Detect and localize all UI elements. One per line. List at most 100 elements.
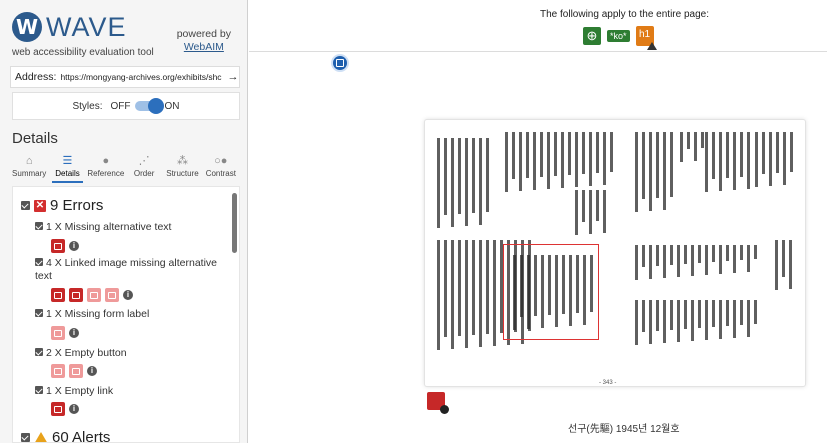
details-panel[interactable]: ✕ 9 Errors 1 X Missing alternative text … <box>12 186 240 443</box>
empty-button-icon[interactable] <box>69 364 83 378</box>
language-badge[interactable]: *ko* <box>607 30 630 42</box>
styles-toggle-row: Styles: OFF ON <box>12 92 240 120</box>
errors-checkbox[interactable] <box>21 201 30 210</box>
text-column <box>575 132 578 187</box>
alerts-heading-label: 60 Alerts <box>52 429 111 443</box>
text-column <box>670 132 673 197</box>
tab-details[interactable]: ☰ Details <box>48 153 86 183</box>
info-icon[interactable]: i <box>123 290 133 300</box>
text-column <box>479 240 482 347</box>
text-column <box>705 245 708 275</box>
item-checkbox[interactable] <box>35 309 43 317</box>
linked-image-alt-icon[interactable] <box>87 288 101 302</box>
error-item-missing-alt[interactable]: 1 X Missing alternative text <box>35 221 231 234</box>
address-go-icon[interactable]: → <box>227 71 239 83</box>
order-icon: ⋰ <box>138 155 150 167</box>
linked-image-alt-icon[interactable] <box>105 288 119 302</box>
text-column <box>582 190 585 222</box>
item-checkbox[interactable] <box>35 258 43 266</box>
alerts-checkbox[interactable] <box>21 433 30 442</box>
heading-h1-icon[interactable]: h1 <box>635 26 657 50</box>
text-column <box>755 132 758 187</box>
text-column <box>754 245 757 259</box>
list-icon: ☰ <box>62 155 73 167</box>
text-column <box>747 132 750 189</box>
webaim-link[interactable]: WebAIM <box>177 41 231 54</box>
text-column <box>691 245 694 276</box>
form-icon[interactable] <box>331 54 349 72</box>
missing-alt-icon[interactable] <box>51 239 65 253</box>
home-icon: ⌂ <box>25 155 33 167</box>
text-column <box>505 132 508 192</box>
text-column <box>769 132 772 186</box>
text-column <box>642 245 645 267</box>
item-checkbox[interactable] <box>35 222 43 230</box>
text-column <box>783 132 786 185</box>
error-item-linked-image[interactable]: 4 X Linked image missing alternative tex… <box>35 257 231 283</box>
tab-contrast[interactable]: ○● Contrast <box>202 153 240 181</box>
text-column <box>554 132 557 176</box>
text-column <box>458 138 461 214</box>
styles-toggle[interactable] <box>134 98 164 114</box>
error-item-empty-link[interactable]: 1 X Empty link <box>35 385 231 398</box>
empty-button-icon[interactable] <box>51 364 65 378</box>
text-column <box>694 132 697 161</box>
toggle-knob <box>147 98 164 114</box>
linked-image-alt-icon[interactable] <box>69 288 83 302</box>
text-column <box>733 300 736 338</box>
text-column <box>789 240 792 289</box>
alerts-group-heading[interactable]: 60 Alerts <box>21 429 111 443</box>
error-item-empty-button[interactable]: 2 X Empty button <box>35 347 231 360</box>
address-input[interactable]: https://mongyang-archives.org/exhibits/s… <box>60 72 227 82</box>
text-column <box>486 240 489 334</box>
wave-logo[interactable]: W WAVE <box>12 10 127 44</box>
missing-form-label-icon[interactable] <box>51 326 65 340</box>
text-column <box>680 132 683 162</box>
info-icon[interactable]: i <box>87 366 97 376</box>
styles-off-label: OFF <box>110 100 131 112</box>
panel-scrollbar[interactable] <box>232 193 237 253</box>
tab-reference[interactable]: ● Reference <box>87 153 125 181</box>
scanned-document-image: - 343 - <box>424 119 806 387</box>
text-column <box>712 245 715 262</box>
text-column <box>733 132 736 190</box>
error-item-missing-label[interactable]: 1 X Missing form label <box>35 308 231 321</box>
text-column <box>589 190 592 234</box>
text-column <box>790 132 793 172</box>
item-checkbox[interactable] <box>35 386 43 394</box>
tab-structure[interactable]: ⁂ Structure <box>163 153 201 181</box>
alert-icon <box>34 431 48 442</box>
text-column <box>762 132 765 174</box>
tab-label: Details <box>55 169 80 178</box>
tab-label: Order <box>133 169 155 178</box>
text-column <box>670 245 673 265</box>
details-heading: Details <box>12 130 58 147</box>
empty-link-icon[interactable] <box>51 402 65 416</box>
text-column <box>458 240 461 336</box>
info-icon[interactable]: i <box>69 404 79 414</box>
address-label: Address: <box>15 71 57 83</box>
globe-icon[interactable]: ⊕ <box>583 27 601 45</box>
tab-summary[interactable]: ⌂ Summary <box>10 153 48 181</box>
powered-by: powered by WebAIM <box>177 28 231 54</box>
missing-alt-image-icon[interactable] <box>427 392 449 414</box>
text-column <box>698 245 701 263</box>
text-column <box>663 245 666 278</box>
text-column <box>533 132 536 190</box>
tab-order[interactable]: ⋰ Order <box>125 153 163 181</box>
text-column <box>719 245 722 274</box>
info-icon[interactable]: i <box>69 241 79 251</box>
text-column <box>610 132 613 172</box>
text-column <box>677 300 680 342</box>
tagline: web accessibility evaluation tool <box>12 47 154 58</box>
text-column <box>642 132 645 199</box>
item-label: 4 X Linked image missing alternative tex… <box>35 257 218 282</box>
linked-image-alt-icon[interactable] <box>51 288 65 302</box>
item-checkbox[interactable] <box>35 348 43 356</box>
text-column <box>444 138 447 215</box>
errors-group-heading[interactable]: ✕ 9 Errors <box>21 197 103 214</box>
text-column <box>656 245 659 266</box>
text-column <box>519 132 522 191</box>
text-column <box>575 190 578 235</box>
info-icon[interactable]: i <box>69 328 79 338</box>
